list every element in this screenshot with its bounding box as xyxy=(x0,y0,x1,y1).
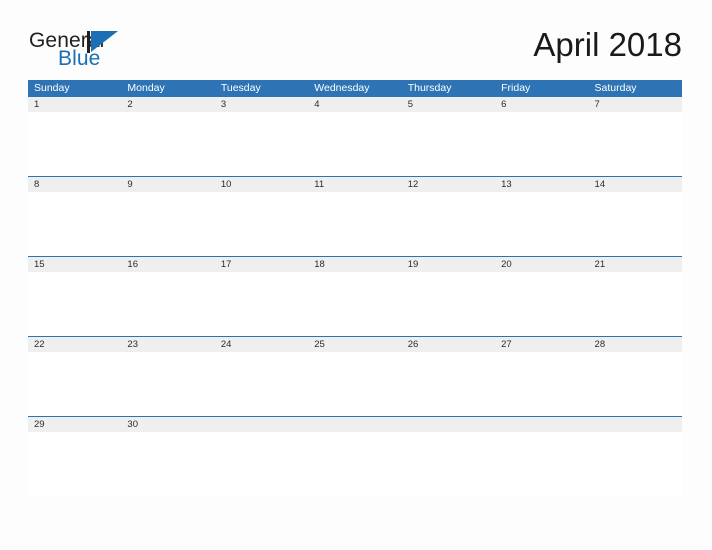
day-number[interactable]: 17 xyxy=(215,257,308,272)
calendar-week-row: 15 16 17 18 19 20 21 xyxy=(28,256,682,336)
day-number[interactable]: 18 xyxy=(308,257,401,272)
weekday-header-thursday: Thursday xyxy=(407,82,452,94)
day-number[interactable] xyxy=(495,417,588,432)
day-event-cell[interactable] xyxy=(589,432,682,496)
day-number[interactable] xyxy=(402,417,495,432)
page-header: General Blue April 2018 xyxy=(0,0,712,78)
day-number[interactable]: 3 xyxy=(215,97,308,112)
day-number[interactable]: 1 xyxy=(28,97,121,112)
weekday-header-friday: Friday xyxy=(501,82,531,94)
weekday-header-tuesday: Tuesday xyxy=(220,82,261,94)
day-event-cell[interactable] xyxy=(215,352,308,416)
day-event-cell[interactable] xyxy=(495,272,588,336)
day-event-cell[interactable] xyxy=(495,112,588,176)
day-number[interactable] xyxy=(308,417,401,432)
weekday-header-sunday: Sunday xyxy=(34,82,70,94)
week-date-strip: 29 30 xyxy=(28,417,682,432)
day-event-cell[interactable] xyxy=(215,192,308,256)
day-number[interactable]: 24 xyxy=(215,337,308,352)
day-event-cell[interactable] xyxy=(308,112,401,176)
day-event-cell[interactable] xyxy=(215,432,308,496)
logo-text-blue: Blue xyxy=(58,47,101,70)
day-event-cell[interactable] xyxy=(121,352,214,416)
week-date-strip: 15 16 17 18 19 20 21 xyxy=(28,257,682,272)
day-number[interactable]: 10 xyxy=(215,177,308,192)
weekday-header-monday: Monday xyxy=(127,82,165,94)
week-event-area xyxy=(28,112,682,176)
weekday-header-saturday: Saturday xyxy=(594,82,637,94)
day-event-cell[interactable] xyxy=(308,272,401,336)
month-calendar: Sunday Monday Tuesday Wednesday Thursday… xyxy=(28,80,682,496)
day-event-cell[interactable] xyxy=(121,112,214,176)
day-number[interactable]: 19 xyxy=(402,257,495,272)
day-event-cell[interactable] xyxy=(121,432,214,496)
day-event-cell[interactable] xyxy=(402,272,495,336)
day-event-cell[interactable] xyxy=(28,112,121,176)
week-event-area xyxy=(28,272,682,336)
day-event-cell[interactable] xyxy=(402,112,495,176)
day-number[interactable]: 11 xyxy=(308,177,401,192)
week-date-strip: 22 23 24 25 26 27 28 xyxy=(28,337,682,352)
day-event-cell[interactable] xyxy=(215,272,308,336)
day-event-cell[interactable] xyxy=(589,352,682,416)
day-number[interactable]: 22 xyxy=(28,337,121,352)
day-event-cell[interactable] xyxy=(402,192,495,256)
day-number[interactable]: 16 xyxy=(121,257,214,272)
calendar-week-row: 29 30 xyxy=(28,416,682,496)
day-number[interactable] xyxy=(215,417,308,432)
day-event-cell[interactable] xyxy=(589,272,682,336)
week-date-strip: 8 9 10 11 12 13 14 xyxy=(28,177,682,192)
day-event-cell[interactable] xyxy=(28,192,121,256)
day-number[interactable]: 30 xyxy=(121,417,214,432)
week-date-strip: 1 2 3 4 5 6 7 xyxy=(28,97,682,112)
day-number[interactable]: 8 xyxy=(28,177,121,192)
general-blue-logo[interactable]: General Blue xyxy=(29,30,159,70)
day-number[interactable]: 2 xyxy=(121,97,214,112)
day-number[interactable]: 9 xyxy=(121,177,214,192)
day-number[interactable]: 29 xyxy=(28,417,121,432)
day-number[interactable]: 21 xyxy=(589,257,682,272)
day-event-cell[interactable] xyxy=(121,272,214,336)
week-event-area xyxy=(28,192,682,256)
calendar-page: General Blue April 2018 Sunday Monday Tu… xyxy=(0,0,712,550)
weekday-header-wednesday: Wednesday xyxy=(314,82,370,94)
calendar-week-row: 8 9 10 11 12 13 14 xyxy=(28,176,682,256)
day-number[interactable]: 5 xyxy=(402,97,495,112)
day-number[interactable]: 28 xyxy=(589,337,682,352)
day-event-cell[interactable] xyxy=(402,432,495,496)
day-number[interactable]: 26 xyxy=(402,337,495,352)
day-number[interactable]: 14 xyxy=(589,177,682,192)
calendar-week-row: 22 23 24 25 26 27 28 xyxy=(28,336,682,416)
day-number[interactable]: 7 xyxy=(589,97,682,112)
week-event-area xyxy=(28,432,682,496)
day-number[interactable]: 23 xyxy=(121,337,214,352)
day-event-cell[interactable] xyxy=(495,352,588,416)
day-event-cell[interactable] xyxy=(28,272,121,336)
day-event-cell[interactable] xyxy=(589,192,682,256)
day-number[interactable]: 25 xyxy=(308,337,401,352)
day-number[interactable]: 12 xyxy=(402,177,495,192)
calendar-week-row: 1 2 3 4 5 6 7 xyxy=(28,97,682,176)
day-event-cell[interactable] xyxy=(28,352,121,416)
day-event-cell[interactable] xyxy=(28,432,121,496)
day-event-cell[interactable] xyxy=(308,432,401,496)
day-event-cell[interactable] xyxy=(308,192,401,256)
day-event-cell[interactable] xyxy=(589,112,682,176)
page-title: April 2018 xyxy=(533,26,682,63)
week-event-area xyxy=(28,352,682,416)
day-event-cell[interactable] xyxy=(308,352,401,416)
day-number[interactable]: 6 xyxy=(495,97,588,112)
day-event-cell[interactable] xyxy=(215,112,308,176)
day-event-cell[interactable] xyxy=(495,192,588,256)
day-number[interactable]: 13 xyxy=(495,177,588,192)
day-number[interactable]: 4 xyxy=(308,97,401,112)
day-number[interactable] xyxy=(589,417,682,432)
day-event-cell[interactable] xyxy=(495,432,588,496)
weekday-header-row: Sunday Monday Tuesday Wednesday Thursday… xyxy=(28,80,682,97)
day-number[interactable]: 15 xyxy=(28,257,121,272)
day-event-cell[interactable] xyxy=(121,192,214,256)
day-number[interactable]: 27 xyxy=(495,337,588,352)
day-event-cell[interactable] xyxy=(402,352,495,416)
day-number[interactable]: 20 xyxy=(495,257,588,272)
